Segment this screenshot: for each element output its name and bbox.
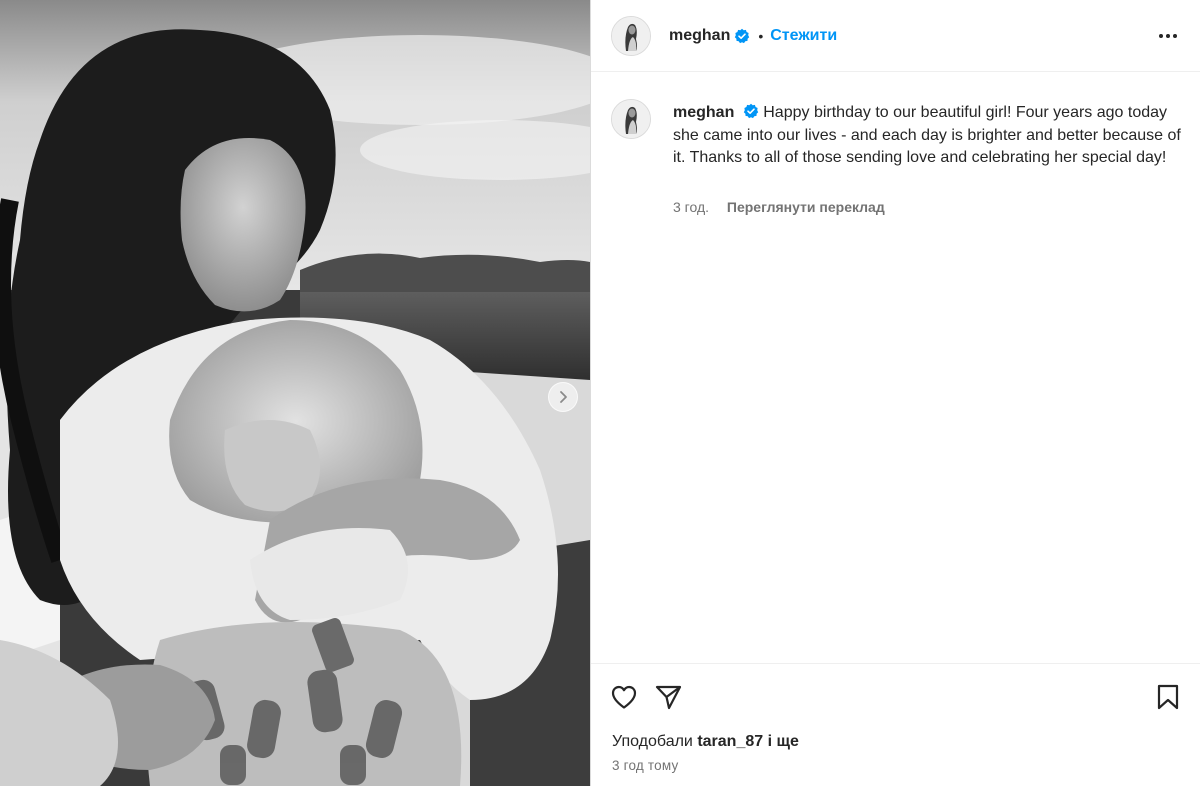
caption-meta: 3 год. Переглянути переклад [673, 199, 885, 215]
verified-badge-icon [735, 28, 750, 43]
paper-plane-icon [655, 685, 682, 710]
caption-age[interactable]: 3 год. [673, 199, 709, 215]
post-photo-image [0, 0, 590, 786]
avatar-image [612, 100, 650, 138]
header-username[interactable]: meghan [669, 27, 730, 45]
save-button[interactable] [1153, 682, 1183, 712]
liked-by-user[interactable]: taran_87 [697, 733, 763, 750]
post-footer: Уподобали taran_87 і ще 3 год тому [591, 663, 1200, 787]
liked-by-prefix: Уподобали [612, 733, 693, 750]
caption-avatar[interactable] [611, 99, 651, 139]
more-options-icon [1159, 34, 1177, 38]
caption-username[interactable]: meghan [673, 104, 734, 121]
post-timestamp[interactable]: 3 год тому [612, 758, 678, 773]
chevron-right-icon [560, 391, 567, 403]
bookmark-icon [1157, 684, 1179, 710]
share-button[interactable] [653, 682, 683, 712]
carousel-next-button[interactable] [548, 382, 578, 412]
like-button[interactable] [609, 682, 639, 712]
post-header: meghan • Стежити [591, 0, 1200, 72]
see-translation-button[interactable]: Переглянути переклад [727, 199, 885, 215]
avatar-image [612, 16, 650, 55]
post-photo[interactable] [0, 0, 590, 786]
avatar[interactable] [611, 15, 651, 56]
verified-badge-icon [743, 103, 758, 119]
post-side-panel: meghan • Стежити meghan Happy birthday t… [590, 0, 1200, 786]
header-separator-dot: • [758, 27, 764, 44]
more-options-button[interactable] [1156, 24, 1180, 48]
action-bar [609, 682, 1183, 712]
caption-body: meghan Happy birthday to our beautiful g… [673, 102, 1183, 170]
liked-by-summary: Уподобали taran_87 і ще [612, 733, 799, 751]
liked-by-suffix[interactable]: і ще [768, 733, 799, 750]
follow-button[interactable]: Стежити [770, 27, 837, 45]
heart-icon [611, 685, 637, 709]
